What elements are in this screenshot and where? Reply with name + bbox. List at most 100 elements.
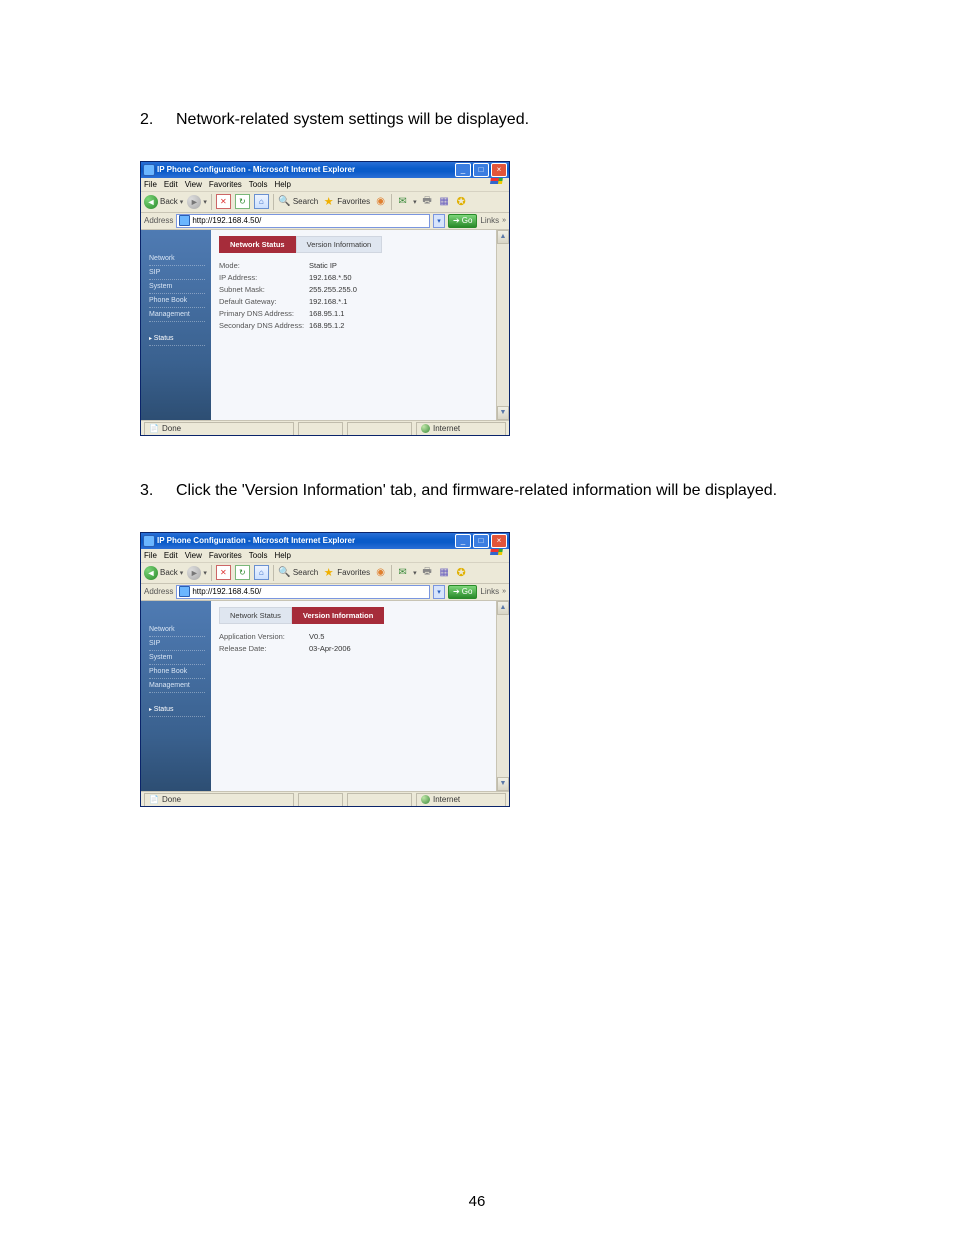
go-button[interactable]: ➔ Go bbox=[448, 214, 477, 228]
sidebar-item-system[interactable]: System bbox=[149, 280, 205, 294]
step-2: 2. Network-related system settings will … bbox=[140, 110, 834, 131]
minimize-button[interactable]: _ bbox=[455, 163, 471, 177]
status-bar: 📄Done Internet bbox=[141, 791, 509, 807]
address-dropdown[interactable]: ▾ bbox=[433, 214, 445, 228]
print-button[interactable]: 🖶 bbox=[421, 566, 434, 579]
content-area: Network SIP System Phone Book Management… bbox=[141, 601, 509, 791]
sidebar-item-management[interactable]: Management bbox=[149, 679, 205, 693]
favorites-button[interactable]: ★Favorites bbox=[322, 195, 370, 208]
search-icon: 🔍 bbox=[278, 195, 291, 208]
address-input[interactable]: http://192.168.4.50/ bbox=[176, 585, 430, 599]
back-button[interactable]: ◄Back▾ bbox=[144, 195, 183, 209]
sidebar-item-phonebook[interactable]: Phone Book bbox=[149, 294, 205, 308]
menu-help[interactable]: Help bbox=[274, 551, 290, 560]
messenger-button[interactable]: ✪ bbox=[455, 566, 468, 579]
row-value: 168.95.1.2 bbox=[309, 321, 488, 330]
menu-file[interactable]: File bbox=[144, 551, 157, 560]
media-button[interactable]: ◉ bbox=[374, 566, 387, 579]
go-button[interactable]: ➔ Go bbox=[448, 585, 477, 599]
sidebar-item-network[interactable]: Network bbox=[149, 623, 205, 637]
row-value: 168.95.1.1 bbox=[309, 309, 488, 318]
discuss-button[interactable]: ▦ bbox=[438, 195, 451, 208]
back-icon: ◄ bbox=[144, 195, 158, 209]
search-button[interactable]: 🔍Search bbox=[278, 195, 318, 208]
screenshot-version-information: IP Phone Configuration - Microsoft Inter… bbox=[140, 532, 510, 807]
row-label: Default Gateway: bbox=[219, 297, 309, 306]
window-title: IP Phone Configuration - Microsoft Inter… bbox=[157, 165, 453, 174]
sidebar-item-status[interactable]: Status bbox=[149, 703, 205, 717]
print-button[interactable]: 🖶 bbox=[421, 195, 434, 208]
close-button[interactable]: × bbox=[491, 534, 507, 548]
sidebar-item-status[interactable]: Status bbox=[149, 332, 205, 346]
favorites-button[interactable]: ★Favorites bbox=[322, 566, 370, 579]
home-button[interactable]: ⌂ bbox=[254, 565, 269, 580]
step-2-number: 2. bbox=[140, 110, 158, 131]
scroll-down-button[interactable]: ▼ bbox=[497, 777, 509, 791]
vertical-scrollbar[interactable]: ▲ ▼ bbox=[496, 601, 509, 791]
links-label[interactable]: Links bbox=[480, 216, 499, 225]
forward-button[interactable]: ►▾ bbox=[187, 195, 207, 209]
sidebar: Network SIP System Phone Book Management… bbox=[141, 230, 211, 420]
menu-view[interactable]: View bbox=[185, 180, 202, 189]
tabs: Network Status Version Information bbox=[219, 236, 488, 253]
maximize-button[interactable]: □ bbox=[473, 534, 489, 548]
address-bar-row: Address http://192.168.4.50/ ▾ ➔ Go Link… bbox=[141, 584, 509, 601]
menu-tools[interactable]: Tools bbox=[249, 551, 268, 560]
star-icon: ★ bbox=[322, 566, 335, 579]
stop-button[interactable]: ✕ bbox=[216, 194, 231, 209]
row-label: Release Date: bbox=[219, 644, 309, 653]
links-label[interactable]: Links bbox=[480, 587, 499, 596]
toolbar: ◄Back▾ ►▾ ✕ ↻ ⌂ 🔍Search ★Favorites ◉ ✉▾ … bbox=[141, 563, 509, 584]
scroll-up-button[interactable]: ▲ bbox=[497, 230, 509, 244]
menu-help[interactable]: Help bbox=[274, 180, 290, 189]
forward-icon: ► bbox=[187, 195, 201, 209]
sidebar-item-management[interactable]: Management bbox=[149, 308, 205, 322]
step-3: 3. Click the 'Version Information' tab, … bbox=[140, 481, 834, 502]
minimize-button[interactable]: _ bbox=[455, 534, 471, 548]
address-label: Address bbox=[144, 587, 173, 596]
sidebar-item-network[interactable]: Network bbox=[149, 252, 205, 266]
messenger-button[interactable]: ✪ bbox=[455, 195, 468, 208]
tabs: Network Status Version Information bbox=[219, 607, 488, 624]
tab-version-information[interactable]: Version Information bbox=[296, 236, 383, 253]
search-button[interactable]: 🔍Search bbox=[278, 566, 318, 579]
sidebar-item-system[interactable]: System bbox=[149, 651, 205, 665]
row-value: 255.255.255.0 bbox=[309, 285, 488, 294]
tab-network-status[interactable]: Network Status bbox=[219, 236, 296, 253]
menu-edit[interactable]: Edit bbox=[164, 551, 178, 560]
menu-edit[interactable]: Edit bbox=[164, 180, 178, 189]
media-button[interactable]: ◉ bbox=[374, 195, 387, 208]
status-text: 📄Done bbox=[144, 793, 294, 807]
sidebar-item-phonebook[interactable]: Phone Book bbox=[149, 665, 205, 679]
address-dropdown[interactable]: ▾ bbox=[433, 585, 445, 599]
stop-button[interactable]: ✕ bbox=[216, 565, 231, 580]
menu-favorites[interactable]: Favorites bbox=[209, 180, 242, 189]
sidebar-item-sip[interactable]: SIP bbox=[149, 266, 205, 280]
menu-view[interactable]: View bbox=[185, 551, 202, 560]
vertical-scrollbar[interactable]: ▲ ▼ bbox=[496, 230, 509, 420]
internet-icon bbox=[421, 424, 430, 433]
menu-favorites[interactable]: Favorites bbox=[209, 551, 242, 560]
tab-network-status[interactable]: Network Status bbox=[219, 607, 292, 624]
home-button[interactable]: ⌂ bbox=[254, 194, 269, 209]
close-button[interactable]: × bbox=[491, 163, 507, 177]
title-bar: IP Phone Configuration - Microsoft Inter… bbox=[141, 162, 509, 178]
sidebar-item-sip[interactable]: SIP bbox=[149, 637, 205, 651]
page-icon bbox=[179, 586, 190, 597]
internet-icon bbox=[421, 795, 430, 804]
address-input[interactable]: http://192.168.4.50/ bbox=[176, 214, 430, 228]
back-button[interactable]: ◄Back▾ bbox=[144, 566, 183, 580]
scroll-up-button[interactable]: ▲ bbox=[497, 601, 509, 615]
maximize-button[interactable]: □ bbox=[473, 163, 489, 177]
tab-version-information[interactable]: Version Information bbox=[292, 607, 384, 624]
menu-tools[interactable]: Tools bbox=[249, 180, 268, 189]
mail-button[interactable]: ✉ bbox=[396, 195, 409, 208]
menu-file[interactable]: File bbox=[144, 180, 157, 189]
mail-button[interactable]: ✉ bbox=[396, 566, 409, 579]
page-number: 46 bbox=[0, 1193, 954, 1210]
discuss-button[interactable]: ▦ bbox=[438, 566, 451, 579]
refresh-button[interactable]: ↻ bbox=[235, 194, 250, 209]
scroll-down-button[interactable]: ▼ bbox=[497, 406, 509, 420]
refresh-button[interactable]: ↻ bbox=[235, 565, 250, 580]
forward-button[interactable]: ►▾ bbox=[187, 566, 207, 580]
